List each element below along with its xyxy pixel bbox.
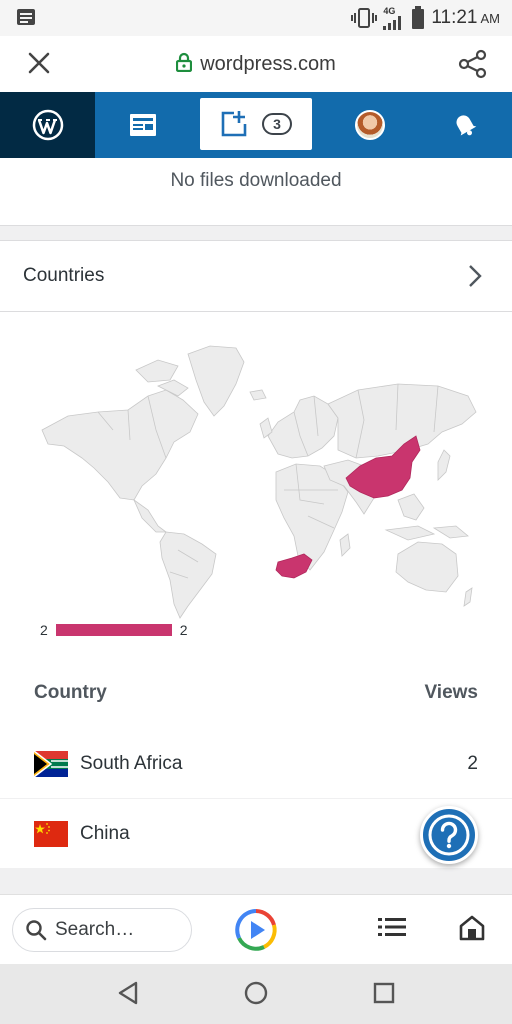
no-files-text: No files downloaded	[170, 170, 342, 191]
url-text: wordpress.com	[200, 53, 336, 75]
south-africa-flag-icon	[34, 750, 68, 777]
write-post-button[interactable]: 3	[200, 98, 312, 150]
list-icon[interactable]	[378, 917, 406, 937]
my-sites-button[interactable]	[0, 92, 95, 158]
help-icon	[428, 814, 470, 856]
me-button[interactable]	[322, 92, 417, 158]
share-icon[interactable]	[458, 49, 488, 79]
reader-icon	[129, 114, 156, 136]
table-row[interactable]: South Africa 2	[0, 729, 512, 799]
home-circle-icon[interactable]	[243, 980, 269, 1006]
map-legend: 2 2	[40, 622, 188, 638]
avatar	[354, 110, 385, 140]
world-map: 2 2	[0, 312, 512, 657]
world-map-svg	[41, 345, 477, 619]
south-africa-map-highlight	[275, 553, 313, 579]
back-icon[interactable]	[116, 980, 140, 1006]
country-views: 2	[467, 752, 478, 774]
file-downloads-card: No files downloaded	[0, 158, 512, 226]
wp-masterbar: 3	[0, 92, 512, 158]
stats-content: No files downloaded Countries 2 2 Countr…	[0, 158, 512, 894]
home-icon[interactable]	[458, 914, 486, 942]
countries-table-header: Country Views	[0, 657, 512, 729]
china-flag-icon	[34, 820, 68, 847]
vibrate-icon	[351, 8, 378, 28]
bell-icon	[456, 115, 476, 136]
legend-max: 2	[179, 622, 188, 638]
lock-icon	[176, 52, 193, 72]
draft-count-badge: 3	[262, 113, 292, 135]
notifications-button[interactable]	[417, 92, 512, 158]
browser-url-bar: wordpress.com	[0, 36, 512, 92]
countries-header[interactable]: Countries	[0, 240, 512, 312]
countries-card: Countries 2 2 Country Views South Africa…	[0, 240, 512, 869]
notification-icon	[17, 9, 35, 25]
clock: 11:21 AM	[431, 7, 500, 28]
legend-min: 2	[40, 622, 48, 638]
chevron-right-icon	[469, 265, 482, 287]
signal-icon	[383, 15, 402, 30]
country-name: South Africa	[80, 752, 183, 774]
android-nav-bar	[0, 964, 512, 1024]
status-bar: 4G 11:21 AM	[0, 0, 512, 36]
column-country: Country	[34, 682, 107, 703]
google-assistant-icon[interactable]	[234, 908, 278, 952]
help-button[interactable]	[420, 806, 478, 864]
legend-color-bar	[55, 624, 172, 636]
countries-title: Countries	[23, 265, 105, 286]
browser-bottom-toolbar: Search…	[0, 894, 512, 964]
card-spacer	[0, 226, 512, 240]
wordpress-logo-icon	[32, 109, 63, 141]
country-name: China	[80, 822, 130, 844]
reader-button[interactable]	[95, 92, 190, 158]
write-post-icon	[221, 111, 247, 137]
search-icon	[26, 920, 47, 941]
search-placeholder: Search…	[55, 919, 135, 940]
search-input[interactable]: Search…	[12, 908, 192, 952]
network-type-label: 4G	[383, 5, 396, 16]
battery-icon	[412, 6, 425, 29]
url-display[interactable]: wordpress.com	[0, 52, 512, 76]
column-views: Views	[424, 682, 478, 703]
recents-icon[interactable]	[372, 980, 396, 1006]
